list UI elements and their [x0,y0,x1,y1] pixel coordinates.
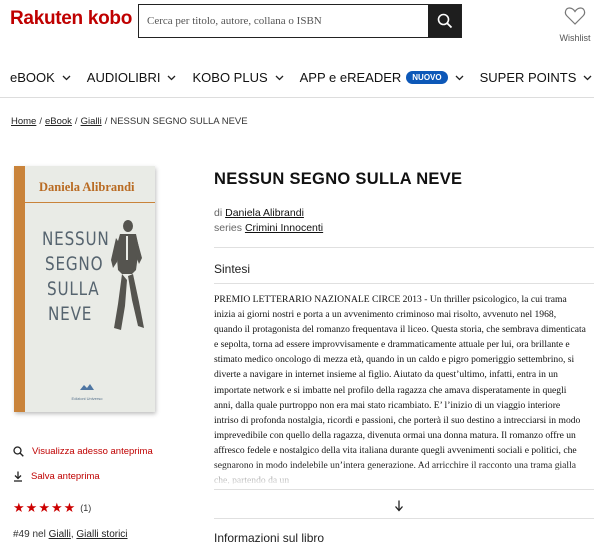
chevron-down-icon [455,75,464,80]
chevron-down-icon [583,75,592,80]
series-line: series Crimini Innocenti [214,222,323,234]
arrow-down-icon [395,500,403,512]
heart-icon [564,7,586,25]
book-title: NESSUN SEGNO SULLA NEVE [214,170,463,188]
search-icon [437,13,452,29]
synopsis-heading: Sintesi [214,262,251,276]
nav-item-label: APP e eREADER [299,70,402,85]
synopsis-fade [214,464,586,486]
site-header: Rakuten kobo Wishlist [0,0,594,55]
expand-synopsis-button[interactable] [394,499,404,517]
cover-divider [25,202,155,203]
star-rating[interactable]: ★ ★ ★ ★ ★ (1) [13,501,91,514]
breadcrumb-current: NESSUN SEGNO SULLA NEVE [110,116,248,127]
divider [214,489,594,490]
wishlist-button[interactable]: Wishlist [556,6,594,43]
magnifier-icon [13,446,24,457]
search-bar [138,4,462,38]
rank-in: nel [32,529,46,540]
star-icon: ★ [25,500,38,515]
nav-item-label: eBOOK [10,70,55,85]
download-icon [14,471,22,482]
logo-brand: Rakuten [10,8,83,29]
rank-position: #49 [13,529,30,540]
author-link[interactable]: Daniela Alibrandi [225,207,304,219]
breadcrumb-gialli[interactable]: Gialli [81,116,102,127]
nav-item-kobo-plus[interactable]: KOBO PLUS [192,70,284,85]
chevron-down-icon [168,75,176,80]
nav-item-label: KOBO PLUS [192,70,268,85]
publisher-logo-icon [80,384,94,390]
series-prefix: series [214,222,243,234]
byline: di Daniela Alibrandi [214,207,304,219]
rating-count: (1) [80,502,92,513]
publisher-mark: Edizioni Universo [62,378,112,401]
book-info-heading: Informazioni sul libro [214,531,325,545]
cover-title-line: SEGNO [45,253,104,275]
byline-prefix: di [214,207,223,219]
save-preview-link[interactable]: Salva anteprima [13,471,100,482]
cover-stripe [14,166,25,412]
star-icon: ★ [50,500,63,515]
save-preview-label: Salva anteprima [31,471,100,482]
breadcrumb-ebook[interactable]: eBook [45,116,72,127]
synopsis-text: PREMIO LETTERARIO NAZIONALE CIRCE 2013 -… [214,294,586,484]
cover-title-line: NEVE [48,303,93,325]
nav-item-app-ereader[interactable]: APP e eREADER NUOVO [300,70,464,85]
rank-category-gialli-storici[interactable]: Gialli storici [76,529,127,540]
wishlist-label: Wishlist [559,33,591,43]
star-icon: ★ [13,500,25,515]
nav-item-super-points[interactable]: SUPER POINTS [480,70,593,85]
book-cover[interactable]: Daniela Alibrandi NESSUN SEGNO SULLA NEV… [14,166,155,412]
search-input[interactable] [139,5,428,37]
nav-item-ebook[interactable]: eBOOK [10,70,71,85]
publisher-name: Edizioni Universo [71,396,103,401]
chevron-down-icon [62,75,71,80]
nav-item-audiolibri[interactable]: AUDIOLIBRI [87,70,177,85]
preview-now-label: Visualizza adesso anteprima [32,446,153,457]
divider [214,247,594,248]
cover-author: Daniela Alibrandi [39,180,135,194]
new-badge: NUOVO [406,71,448,84]
rank-category-gialli[interactable]: Gialli [49,529,71,540]
series-link[interactable]: Crimini Innocenti [245,222,323,234]
divider [214,518,594,519]
search-button[interactable] [428,5,461,37]
logo-product: kobo [87,8,133,29]
nav-item-label: AUDIOLIBRI [86,70,161,85]
category-rank: #49 nel Gialli, Gialli storici [13,529,128,540]
preview-now-link[interactable]: Visualizza adesso anteprima [13,446,153,457]
cover-title-line: SULLA [47,278,100,300]
nav-item-label: SUPER POINTS [479,70,577,85]
breadcrumb-home[interactable]: Home [11,116,36,127]
rakuten-kobo-logo[interactable]: Rakuten kobo [10,8,132,30]
cover-title-line: NESSUN [42,228,110,250]
divider [214,283,594,284]
main-nav: eBOOK AUDIOLIBRI KOBO PLUS APP e eREADER… [0,58,594,98]
star-icon: ★ [63,500,76,515]
star-icon: ★ [38,500,50,515]
walking-man-illustration [111,220,144,330]
chevron-down-icon [275,75,284,80]
breadcrumb: Home / eBook / Gialli / NESSUN SEGNO SULLA NEV… [11,116,248,127]
